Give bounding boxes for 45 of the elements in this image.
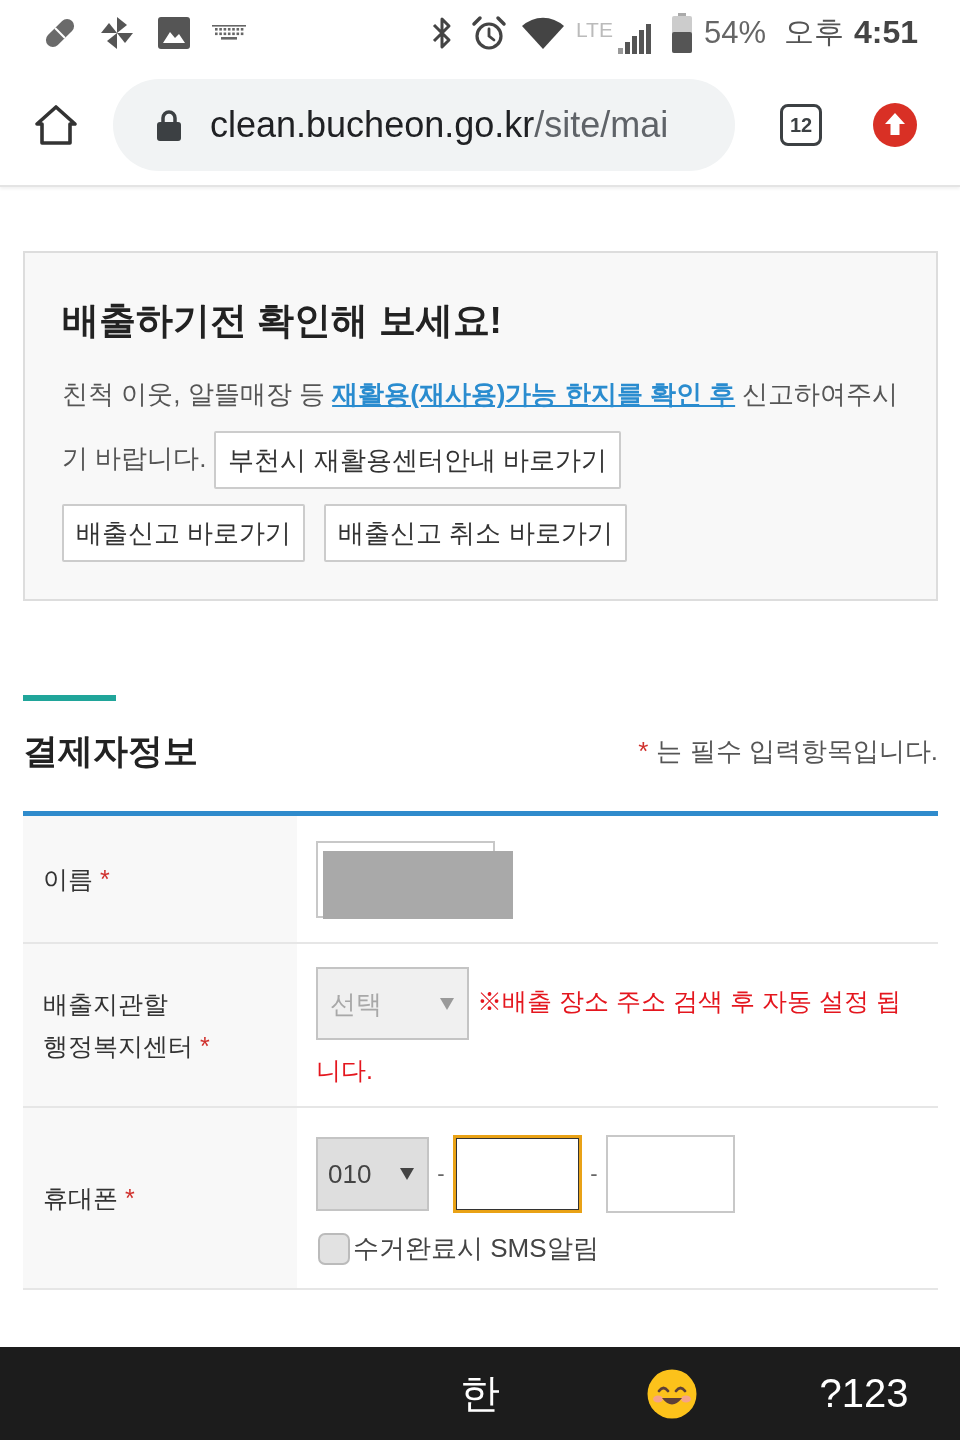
- caret-icon: [440, 997, 454, 1010]
- signal-icon: [616, 23, 653, 54]
- dash-separator: -: [436, 1161, 446, 1187]
- checkbox[interactable]: [318, 1232, 350, 1265]
- upload-icon[interactable]: [873, 103, 917, 147]
- required-mark: *: [124, 1184, 135, 1212]
- clock-time: 4:51: [853, 14, 918, 51]
- keyboard-key[interactable]: 한: [460, 1366, 500, 1421]
- battery-percent: 54%: [703, 14, 766, 51]
- required-mark: *: [99, 865, 110, 893]
- image-icon: [158, 16, 190, 49]
- field-label: 이름: [43, 865, 93, 893]
- required-mark: *: [638, 735, 649, 767]
- lock-icon: [156, 109, 182, 141]
- keyboard-key[interactable]: ?123: [819, 1371, 909, 1416]
- required-note: 는 필수 입력항목입니다.: [656, 734, 938, 768]
- shortcut-button[interactable]: 배출신고 바로가기: [62, 504, 306, 562]
- caret-icon: [400, 1168, 414, 1180]
- recycle-center-button[interactable]: 부천시 재활용센터안내 바로가기: [214, 431, 621, 490]
- keyboard-icon: [212, 24, 246, 41]
- smiley-icon[interactable]: [647, 1368, 697, 1419]
- shortcut-button[interactable]: 배출신고 취소 바로가기: [324, 504, 627, 562]
- phone-input[interactable]: [453, 1135, 582, 1213]
- notice-title: 배출하기전 확인해 보세요!: [62, 299, 503, 343]
- prefix-dropdown[interactable]: 010: [316, 1137, 429, 1211]
- address-bar[interactable]: clean.bucheon.go.kr/site/mai: [113, 79, 735, 171]
- time-period: 오후: [783, 14, 844, 50]
- required-mark: *: [199, 1032, 210, 1060]
- dash-separator: -: [589, 1161, 599, 1187]
- phone-input[interactable]: [606, 1135, 735, 1213]
- url-text: clean.bucheon.go.kr/site/mai: [210, 104, 669, 146]
- pinwheel-icon: [100, 15, 134, 50]
- alarm-clock-icon: [470, 14, 507, 51]
- tab-switcher-button[interactable]: 12: [780, 104, 822, 146]
- field-label: 휴대폰: [43, 1184, 118, 1212]
- notice-text: 친척 이웃, 알뜰매장 등 재활용(재사용)가능 한지를 확인 후 신고하여주시기 바랍니다. 부천시 재활용센터안내 바로가기: [62, 362, 906, 490]
- network-type: LTE: [575, 17, 613, 42]
- field-label: 배출지관할 행정복지센터: [43, 990, 193, 1060]
- auto-set-note: 선택 ※배출 장소 주소 검색 후 자동 설정 됩니다.: [316, 967, 918, 1100]
- battery-icon: [671, 12, 692, 53]
- checkbox-label: 수거완료시 SMS알림: [353, 1232, 599, 1265]
- name-input[interactable]: [316, 841, 513, 919]
- home-icon[interactable]: [34, 104, 78, 146]
- wifi-icon: [520, 16, 565, 49]
- section-title: 결제자정보: [23, 729, 198, 772]
